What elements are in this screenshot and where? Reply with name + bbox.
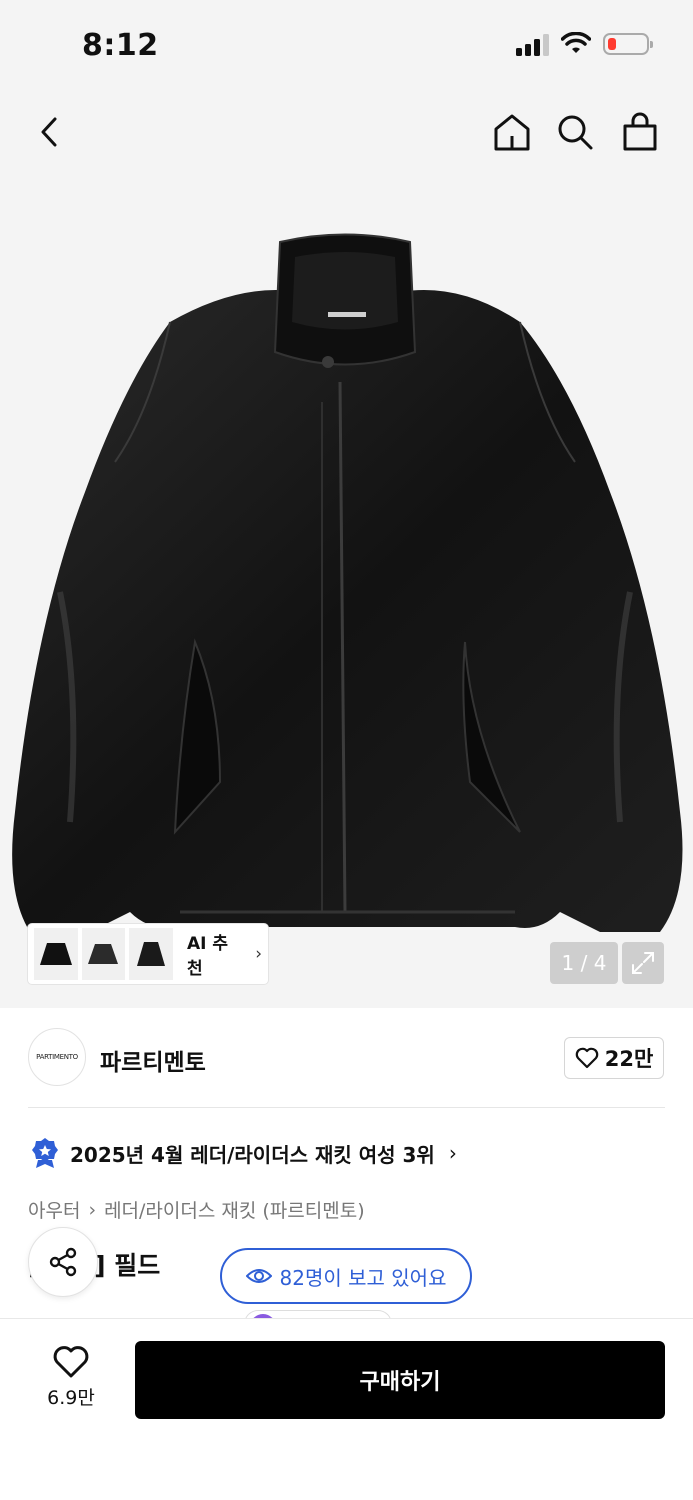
bottom-action-bar: 6.9만 구매하기 (0, 1318, 693, 1500)
product-image-carousel[interactable]: AI 추천 › 1 / 4 (0, 172, 693, 1008)
ranking-badge-icon (32, 1138, 58, 1168)
divider (28, 1107, 665, 1108)
brand-like-button[interactable]: 22만 (564, 1037, 664, 1079)
breadcrumb: 아우터 › 레더/라이더스 재킷 (파르티멘토) (28, 1196, 365, 1223)
ranking-link[interactable]: 2025년 4월 레더/라이더스 재킷 여성 3위 › (30, 1136, 457, 1170)
heart-icon (575, 1047, 599, 1069)
signal-icon (516, 32, 549, 56)
eye-icon (245, 1269, 272, 1283)
ai-recommend-label: AI 추천 (186, 934, 229, 979)
search-icon (558, 115, 593, 150)
chevron-right-icon: › (448, 1141, 457, 1165)
expand-icon (632, 952, 654, 974)
wishlist-count: 6.9만 (47, 1387, 95, 1409)
battery-icon (603, 33, 653, 55)
ranking-text: 2025년 4월 레더/라이더스 재킷 여성 3위 (70, 1142, 435, 1167)
brand-row[interactable]: PARTIMENTO 파르티멘토 22만 (0, 1008, 693, 1108)
heart-icon (53, 1346, 89, 1378)
buy-button[interactable]: 구매하기 (135, 1341, 665, 1419)
viewers-text: 82명이 보고 있어요 (279, 1265, 447, 1290)
search-button[interactable] (549, 106, 601, 158)
thumbnail[interactable] (81, 928, 126, 980)
image-counter: 1 / 4 (550, 942, 618, 984)
expand-image-button[interactable] (622, 942, 664, 984)
status-icons (516, 32, 653, 56)
wishlist-button[interactable]: 6.9만 (36, 1345, 106, 1410)
chevron-right-icon: › (88, 1198, 97, 1221)
shopping-bag-icon (623, 112, 657, 151)
thumbnail[interactable] (34, 928, 78, 980)
breadcrumb-category[interactable]: 아우터 (28, 1196, 80, 1223)
share-button[interactable] (28, 1227, 98, 1297)
viewers-badge: 82명이 보고 있어요 (220, 1248, 472, 1304)
thumbnail[interactable] (129, 928, 173, 980)
home-icon (494, 114, 530, 151)
brand-logo[interactable]: PARTIMENTO (28, 1028, 86, 1086)
status-time: 8:12 (82, 28, 159, 63)
brand-name[interactable]: 파르티멘토 (100, 1043, 206, 1077)
chevron-left-icon (41, 117, 57, 147)
top-nav-bar (0, 92, 693, 172)
breadcrumb-subcategory[interactable]: 레더/라이더스 재킷 (파르티멘토) (104, 1196, 365, 1223)
brand-like-count: 22만 (604, 1047, 654, 1071)
share-icon (49, 1247, 77, 1277)
cart-button[interactable] (614, 106, 666, 158)
wifi-icon (561, 32, 591, 53)
status-bar: 8:12 (0, 0, 693, 92)
chevron-right-icon: › (255, 944, 263, 964)
product-image-leather-jacket (12, 233, 683, 932)
back-button[interactable] (24, 106, 76, 158)
ai-recommend-strip[interactable]: AI 추천 › (28, 924, 268, 984)
home-button[interactable] (486, 106, 538, 158)
